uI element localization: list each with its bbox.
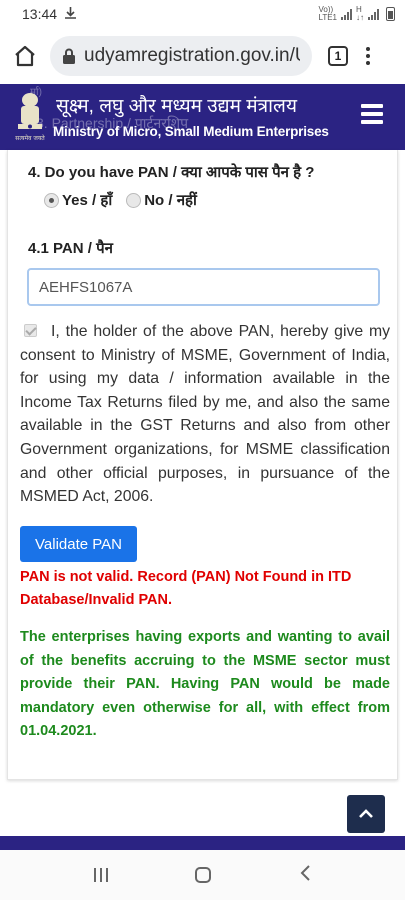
browser-menu-button[interactable]: [366, 47, 370, 65]
back-button[interactable]: [299, 864, 311, 887]
signal-icon: [341, 8, 352, 20]
lock-icon: [63, 48, 75, 64]
clock: 13:44: [22, 6, 58, 22]
pan-input[interactable]: [27, 268, 380, 306]
home-icon: [15, 45, 35, 67]
android-nav-bar: [0, 850, 405, 900]
tab-switcher-button[interactable]: 1: [328, 46, 348, 66]
svg-text:सत्यमेव जयते: सत्यमेव जयते: [15, 134, 45, 142]
pan-radio-group: Yes / हाँ No / नहीं: [44, 190, 197, 210]
radio-yes[interactable]: [44, 192, 59, 208]
browser-toolbar: udyamregistration.gov.in/U 1: [0, 28, 405, 84]
consent-checkbox[interactable]: [24, 324, 37, 337]
pan-info-message: The enterprises having exports and wanti…: [20, 629, 390, 739]
pan-question-label: 4. Do you have PAN / क्या आपके पास पैन ह…: [28, 164, 315, 181]
data-indicator: H ↓↑: [356, 5, 364, 22]
status-icons: Vo)) LTE1 H ↓↑: [318, 6, 395, 22]
volte-indicator: Vo)) LTE1: [318, 5, 337, 22]
national-emblem-icon: सत्यमेव जयते: [15, 93, 45, 142]
address-bar[interactable]: udyamregistration.gov.in/U: [50, 36, 312, 76]
signal-icon-2: [368, 8, 379, 20]
pan-error-message: PAN is not valid. Record (PAN) Not Found…: [20, 569, 352, 608]
radio-yes-label[interactable]: Yes / हाँ: [62, 190, 112, 210]
scroll-to-top-button[interactable]: [347, 795, 385, 833]
recents-button[interactable]: [93, 868, 108, 882]
battery-icon: [386, 7, 395, 21]
ministry-name-english: Ministry of Micro, Small Medium Enterpri…: [53, 124, 329, 139]
consent-text: I, the holder of the above PAN, hereby g…: [20, 323, 390, 506]
registration-form-card: 4. Do you have PAN / क्या आपके पास पैन ह…: [7, 150, 398, 780]
status-bar: 13:44 Vo)) LTE1 H ↓↑: [0, 0, 405, 28]
home-button[interactable]: [10, 41, 40, 71]
site-header: र्मा) 3. Partnership / पार्टनरशिप सत्यमे…: [0, 84, 405, 150]
hamburger-menu-icon[interactable]: [361, 104, 383, 124]
chevron-up-icon: [359, 809, 373, 818]
radio-no-label[interactable]: No / नहीं: [144, 190, 197, 210]
pan-field-label: 4.1 PAN / पैन: [28, 240, 113, 257]
consent-block: I, the holder of the above PAN, hereby g…: [20, 320, 390, 509]
radio-no[interactable]: [126, 192, 142, 208]
home-nav-button[interactable]: [195, 867, 212, 883]
url-text: udyamregistration.gov.in/U: [84, 45, 300, 66]
validate-pan-button[interactable]: Validate PAN: [20, 526, 137, 562]
site-footer-strip: [0, 836, 405, 850]
download-icon: [65, 6, 77, 22]
back-icon: [300, 864, 310, 881]
ministry-name-hindi: सूक्ष्म, लघु और मध्यम उद्यम मंत्रालय: [56, 96, 297, 117]
